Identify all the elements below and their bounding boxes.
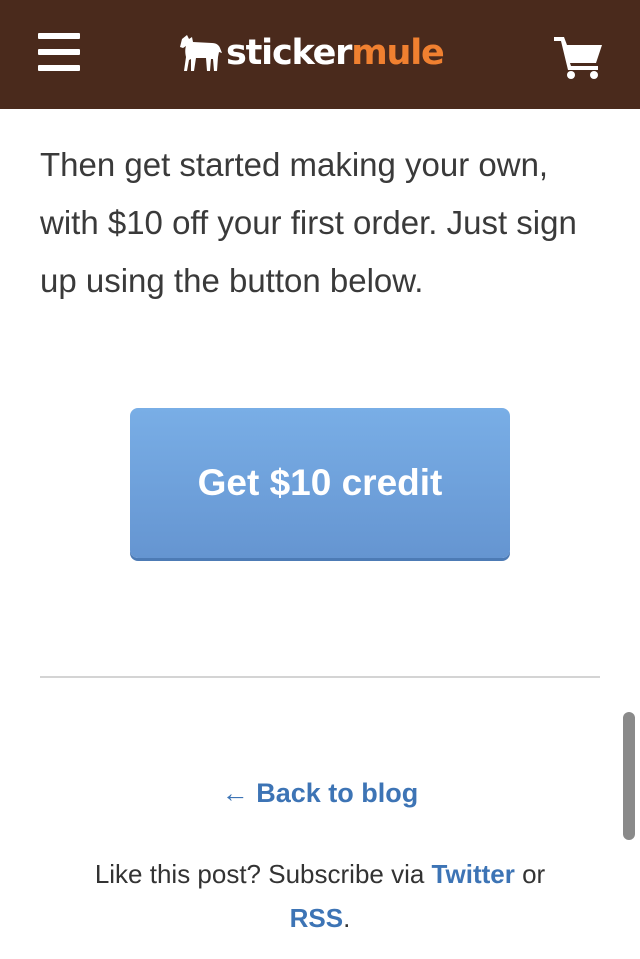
menu-bar xyxy=(38,49,80,55)
intro-paragraph: Then get started making your own, with $… xyxy=(40,146,577,299)
twitter-link[interactable]: Twitter xyxy=(432,859,515,889)
cart-icon-graphic xyxy=(554,37,602,79)
get-credit-button[interactable]: Get $10 credit xyxy=(130,408,510,558)
subscribe-prefix: Like this post? Subscribe via xyxy=(94,859,432,889)
mule-logo-icon xyxy=(180,35,222,71)
back-to-blog-link[interactable]: ← Back to blog xyxy=(0,778,640,809)
logo-wordmark: stickermule xyxy=(226,32,445,73)
menu-bar xyxy=(38,65,80,71)
section-divider xyxy=(40,676,600,678)
subscribe-text: Like this post? Subscribe via Twitter or… xyxy=(60,852,580,940)
rss-link[interactable]: RSS xyxy=(290,903,343,933)
subscribe-middle: or xyxy=(514,859,546,889)
subscribe-suffix: . xyxy=(343,903,351,933)
sticker-mule-logo[interactable]: stickermule xyxy=(178,26,445,80)
scrollbar-thumb[interactable] xyxy=(623,712,635,840)
logo-text-sticker: sticker xyxy=(226,32,352,73)
logo-text-mule: mule xyxy=(351,32,445,73)
menu-bar xyxy=(38,33,80,39)
page: stickermule Then get started making your… xyxy=(0,0,640,959)
site-header: stickermule xyxy=(0,0,640,109)
hamburger-menu-icon[interactable] xyxy=(34,30,84,74)
shopping-cart-icon[interactable] xyxy=(552,33,606,79)
